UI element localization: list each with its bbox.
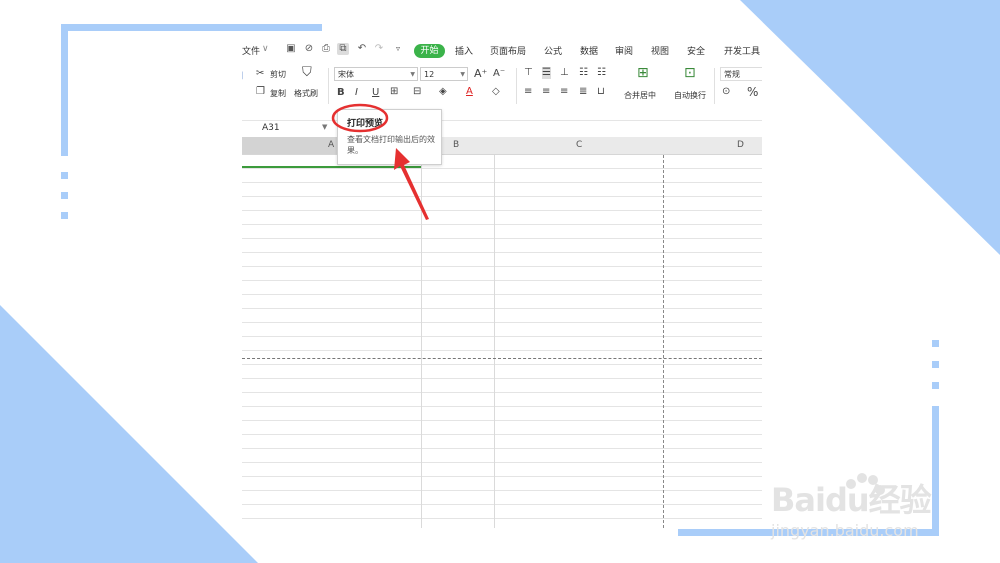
watermark-brand: Baidu经验 (771, 481, 932, 519)
annotation-arrow (394, 148, 429, 220)
watermark-url: jingyan.baidu.com (771, 521, 919, 540)
annotation-circle (331, 103, 389, 133)
